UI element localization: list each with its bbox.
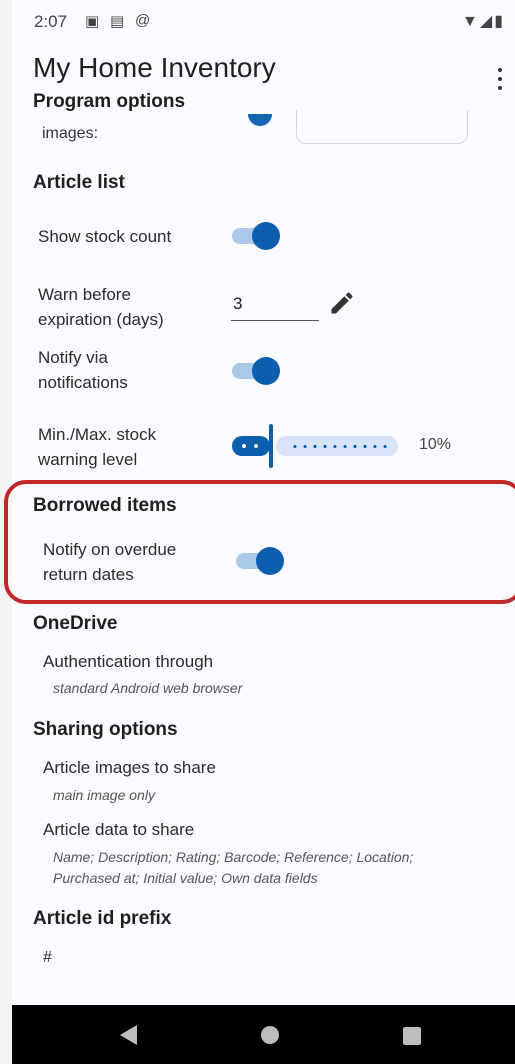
status-bar: 2:07 ▣ ▤ @ ▼◢▮	[12, 0, 515, 44]
slider-tick-marks	[290, 445, 390, 448]
battery-icon: ▮	[494, 13, 505, 30]
slider-value-text: 10%	[419, 436, 452, 453]
data-to-share-value: Name; Description; Rating; Barcode; Refe…	[53, 849, 414, 886]
partial-toggle[interactable]	[248, 114, 272, 126]
slider-active-track	[232, 436, 270, 456]
article-id-prefix-value[interactable]: #	[43, 945, 52, 970]
back-icon[interactable]	[120, 1025, 137, 1045]
home-icon[interactable]	[261, 1026, 279, 1044]
warn-expiration-label: Warn before expiration (days)	[38, 285, 164, 329]
notify-notifications-label: Notify via notifications	[38, 348, 128, 392]
recents-icon[interactable]	[403, 1027, 421, 1045]
overflow-menu-icon[interactable]	[493, 68, 507, 96]
auth-through-label[interactable]: Authentication through	[43, 649, 213, 674]
notify-notifications-toggle[interactable]	[232, 357, 280, 385]
status-right-icons: ▼◢▮	[462, 11, 505, 31]
section-header-article-list: Article list	[33, 172, 125, 193]
signal-icon: ◢	[479, 13, 495, 30]
images-to-share-value: main image only	[53, 787, 155, 803]
navigation-bar	[12, 1005, 515, 1064]
at-icon: @	[135, 12, 151, 29]
screen-subtitle: Program options	[33, 91, 186, 112]
section-header-onedrive: OneDrive	[33, 613, 118, 634]
stock-warning-slider[interactable]	[232, 424, 402, 468]
wifi-icon: ▼	[462, 13, 480, 30]
section-header-sharing-options: Sharing options	[33, 719, 178, 740]
images-to-share-label[interactable]: Article images to share	[43, 755, 216, 780]
show-stock-count-label: Show stock count	[38, 227, 172, 246]
data-to-share-label[interactable]: Article data to share	[43, 817, 194, 842]
sim-icon: ▤	[110, 13, 125, 30]
partial-input-field[interactable]	[296, 110, 468, 144]
app-title: My Home Inventory	[33, 52, 276, 83]
slider-thumb[interactable]	[269, 424, 273, 468]
show-stock-count-toggle[interactable]	[232, 222, 280, 250]
images-label: images:	[42, 125, 99, 142]
highlight-annotation	[4, 480, 515, 604]
stock-warning-label: Min./Max. stock warning level	[38, 425, 157, 469]
warn-expiration-input[interactable]: 3	[231, 290, 319, 321]
edit-pencil-icon[interactable]	[328, 289, 356, 317]
a-icon: ▣	[85, 13, 100, 30]
status-time: 2:07	[34, 12, 68, 31]
auth-through-value: standard Android web browser	[53, 680, 243, 696]
section-header-article-id-prefix: Article id prefix	[33, 908, 172, 929]
